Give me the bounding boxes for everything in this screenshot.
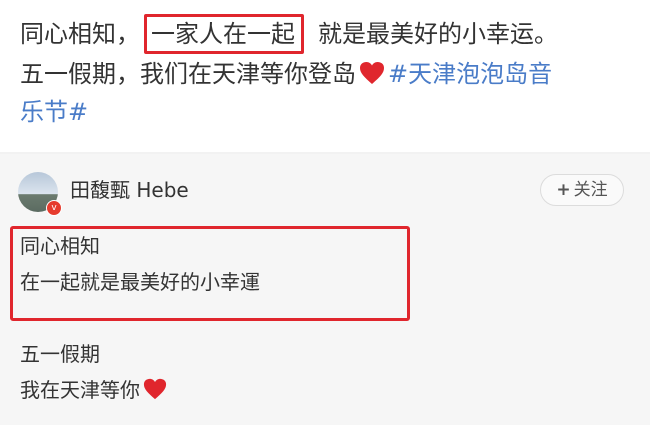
post-text-segment: 五一假期，我们在天津等你登岛 (20, 60, 356, 88)
quoted-post: v 田馥甄 Hebe + 关注 同心相知 在一起就是最美好的小幸運 五一假期 我在… (0, 154, 650, 425)
highlighted-phrase: 一家人在一起 (144, 14, 304, 54)
heart-icon (358, 60, 386, 94)
post-line-2: 五一假期，我们在天津等你登岛 #天津泡泡岛音 (20, 58, 552, 94)
post-line-1: 同心相知， 一家人在一起 就是最美好的小幸运。 (20, 14, 558, 54)
post-text-segment: 就是最美好的小幸运。 (318, 20, 558, 48)
quoted-line-3: 五一假期 (20, 342, 100, 366)
quoted-line-2: 在一起就是最美好的小幸運 (20, 270, 260, 294)
heart-icon (142, 377, 168, 408)
username[interactable]: 田馥甄 Hebe (70, 176, 189, 204)
quoted-text-segment: 我在天津等你 (20, 378, 140, 402)
follow-button[interactable]: + 关注 (540, 174, 624, 206)
post-text-segment: 同心相知， (20, 20, 140, 48)
follow-label: 关注 (573, 180, 608, 200)
plus-icon: + (556, 180, 571, 200)
quoted-line-1: 同心相知 (20, 234, 100, 258)
quoted-line-4: 我在天津等你 (20, 376, 170, 408)
post-line-3: 乐节# (20, 96, 88, 128)
hashtag-link[interactable]: #天津泡泡岛音 (388, 60, 552, 88)
hashtag-link-continued[interactable]: 乐节# (20, 98, 88, 126)
verified-badge-icon: v (46, 200, 62, 216)
weibo-post: 同心相知， 一家人在一起 就是最美好的小幸运。 五一假期，我们在天津等你登岛 #天津泡… (0, 0, 650, 152)
